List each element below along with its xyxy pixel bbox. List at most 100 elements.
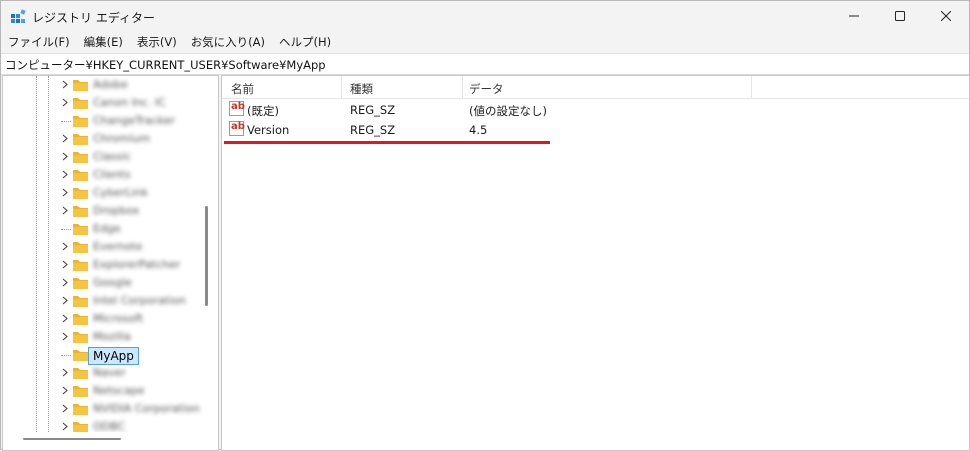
tree-item-label: Intel Corporation xyxy=(93,294,186,307)
tree-item-label: Netscape xyxy=(93,384,145,397)
menu-favorites[interactable]: お気に入り(A) xyxy=(184,32,272,52)
tree-item[interactable]: ChangeTracker xyxy=(3,112,203,130)
highlight-underline xyxy=(224,141,550,144)
folder-icon xyxy=(73,260,88,271)
registry-editor-window: レジストリ エディター ファイル(F) 編集(E) 表示(V) お気に入り(A)… xyxy=(0,0,970,451)
chevron-right-icon[interactable] xyxy=(60,332,69,341)
tree-item-label: Google xyxy=(93,276,132,289)
tree-item[interactable]: Microsoft xyxy=(3,310,203,328)
maximize-button[interactable] xyxy=(877,1,923,31)
folder-icon xyxy=(73,206,88,217)
folder-icon xyxy=(73,224,88,235)
value-type: REG_SZ xyxy=(350,123,396,137)
chevron-right-icon[interactable] xyxy=(60,278,69,287)
tree-vertical-scrollbar[interactable] xyxy=(205,206,208,306)
folder-icon xyxy=(73,368,88,379)
value-row-default[interactable]: ab (既定) REG_SZ (値の設定なし) xyxy=(222,99,969,119)
tree-item[interactable]: ExplorerPatcher xyxy=(3,256,203,274)
tree-item-label: Dropbox xyxy=(93,204,140,217)
tree-item[interactable]: Adobe xyxy=(3,76,203,94)
values-list-pane[interactable]: 名前 種類 データ ab (既定) REG_SZ (値の設定なし) ab Ver… xyxy=(221,75,970,451)
title-bar[interactable]: レジストリ エディター xyxy=(1,1,969,31)
tree-item[interactable]: Naver xyxy=(3,364,203,382)
folder-icon xyxy=(73,188,88,199)
minimize-button[interactable] xyxy=(831,1,877,31)
list-header: 名前 種類 データ xyxy=(222,76,969,99)
tree-item-label: Adobe xyxy=(93,78,128,91)
folder-icon xyxy=(73,278,88,289)
tree-item-label: Canon Inc. IC xyxy=(93,96,166,109)
tree-item-label: Microsoft xyxy=(93,312,144,325)
chevron-right-icon[interactable] xyxy=(60,422,69,431)
tree-item[interactable]: Dropbox xyxy=(3,202,203,220)
address-path[interactable]: コンピューター¥HKEY_CURRENT_USER¥Software¥MyApp xyxy=(5,57,326,73)
tree-item[interactable]: Chromium xyxy=(3,130,203,148)
tree-item[interactable]: Mozilla xyxy=(3,328,203,346)
column-header-type[interactable]: 種類 xyxy=(350,81,373,97)
minimize-icon xyxy=(849,15,859,17)
tree-item-label: Chromium xyxy=(93,132,151,145)
string-value-icon: ab xyxy=(229,101,245,116)
column-divider[interactable] xyxy=(462,76,463,98)
tree-horizontal-scrollbar[interactable] xyxy=(23,438,121,440)
tree-item-label: ChangeTracker xyxy=(93,114,175,127)
menu-edit[interactable]: 編集(E) xyxy=(77,32,130,52)
column-divider[interactable] xyxy=(341,76,342,98)
tree-item-label: ODBC xyxy=(93,420,126,432)
chevron-right-icon[interactable] xyxy=(60,98,69,107)
folder-icon xyxy=(73,386,88,397)
value-row-version[interactable]: ab Version REG_SZ 4.5 xyxy=(222,119,969,139)
string-value-icon: ab xyxy=(229,121,245,136)
folder-icon xyxy=(73,350,88,361)
tree-item[interactable]: NVIDIA Corporation xyxy=(3,400,203,418)
tree-item-label: NVIDIA Corporation xyxy=(93,402,200,415)
tree-item[interactable]: Canon Inc. IC xyxy=(3,94,203,112)
chevron-right-icon[interactable] xyxy=(60,206,69,215)
tree-item-label: MyApp xyxy=(88,347,139,365)
tree-item[interactable]: CyberLink xyxy=(3,184,203,202)
tree-item[interactable]: Evernote xyxy=(3,238,203,256)
chevron-right-icon[interactable] xyxy=(60,260,69,269)
tree-connector xyxy=(61,121,71,122)
chevron-right-icon[interactable] xyxy=(60,368,69,377)
chevron-right-icon[interactable] xyxy=(60,314,69,323)
chevron-right-icon[interactable] xyxy=(60,386,69,395)
folder-icon xyxy=(73,296,88,307)
chevron-right-icon[interactable] xyxy=(60,134,69,143)
folder-icon xyxy=(73,314,88,325)
tree-connector xyxy=(61,355,71,356)
menu-file[interactable]: ファイル(F) xyxy=(1,32,77,52)
tree-item-label: ExplorerPatcher xyxy=(93,258,181,271)
tree-item[interactable]: Google xyxy=(3,274,203,292)
chevron-right-icon[interactable] xyxy=(60,296,69,305)
chevron-right-icon[interactable] xyxy=(60,80,69,89)
key-tree-pane[interactable]: Adobe Canon Inc. IC ChangeTracker Chromium C… xyxy=(2,75,219,451)
chevron-right-icon[interactable] xyxy=(60,188,69,197)
menu-help[interactable]: ヘルプ(H) xyxy=(272,32,338,52)
chevron-right-icon[interactable] xyxy=(60,152,69,161)
tree-item[interactable]: ODBC xyxy=(3,418,203,432)
value-name: Version xyxy=(247,123,290,137)
column-header-name[interactable]: 名前 xyxy=(231,81,254,97)
folder-icon xyxy=(73,134,88,145)
chevron-right-icon[interactable] xyxy=(60,242,69,251)
tree-item-selected[interactable]: MyApp xyxy=(3,346,203,365)
tree-item[interactable]: Intel Corporation xyxy=(3,292,203,310)
menu-view[interactable]: 表示(V) xyxy=(130,32,184,52)
column-divider[interactable] xyxy=(751,76,752,98)
folder-icon xyxy=(73,80,88,91)
tree-item[interactable]: Netscape xyxy=(3,382,203,400)
tree-item[interactable]: Edge xyxy=(3,220,203,238)
folder-icon xyxy=(73,332,88,343)
column-header-data[interactable]: データ xyxy=(469,81,504,97)
tree-connector xyxy=(61,229,71,230)
tree-item[interactable]: Clients xyxy=(3,166,203,184)
close-button[interactable] xyxy=(923,1,969,31)
value-type: REG_SZ xyxy=(350,103,396,117)
tree-item-label: CyberLink xyxy=(93,186,148,199)
address-bar[interactable]: コンピューター¥HKEY_CURRENT_USER¥Software¥MyApp xyxy=(1,53,969,75)
value-data: 4.5 xyxy=(469,123,488,137)
chevron-right-icon[interactable] xyxy=(60,170,69,179)
chevron-right-icon[interactable] xyxy=(60,404,69,413)
tree-item[interactable]: Classic xyxy=(3,148,203,166)
